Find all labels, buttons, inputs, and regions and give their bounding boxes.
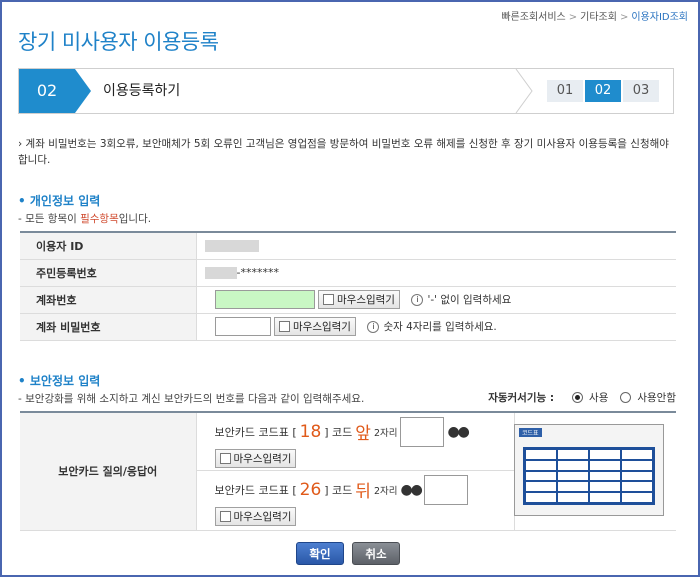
security-q1-mouse-input-toggle[interactable]: 마우스입력기 — [214, 448, 297, 468]
step-pill-active: 02 — [585, 80, 621, 102]
card-code-position: 앞 — [355, 424, 371, 445]
step-indicator: 01 02 03 — [547, 80, 659, 102]
step-bar: 02 이용등록하기 01 02 03 — [18, 68, 674, 114]
account-number-input[interactable] — [214, 290, 315, 309]
masked-digits-icon: ●● — [447, 423, 469, 440]
security-card-label: 보안카드 질의/응답어 — [20, 411, 197, 531]
security-q1-cell: 보안카드 코드표 [ 18 ] 코드 앞 2자리 ●● 마우스입력기 — [196, 411, 515, 471]
password-mouse-input-toggle[interactable]: 마우스입력기 — [274, 317, 356, 336]
auto-cursor-on-label[interactable]: 사용 — [589, 390, 608, 405]
security-q2-cell: 보안카드 코드표 [ 26 ] 코드 뒤 2자리 ●● 마우스입력기 — [196, 470, 515, 531]
rrn-label: 주민등록번호 — [20, 259, 197, 287]
security-section-subtitle: - 보안강화를 위해 소지하고 계신 보안카드의 번호를 다음과 같이 입력해주… — [18, 393, 365, 405]
security-code-input-1[interactable] — [400, 416, 445, 447]
user-id-label: 이용자 ID — [20, 231, 197, 260]
auto-cursor-label: 자동커서기능 : — [488, 392, 555, 404]
personal-section-title: • 개인정보 입력 — [18, 194, 101, 208]
account-label: 계좌번호 — [20, 286, 197, 314]
notice-text: › 계좌 비밀번호는 3회오류, 보안매체가 5회 오류인 고객님은 영업점을 … — [18, 138, 669, 166]
personal-section-subtitle: - 모든 항목이 필수항목입니다. — [18, 213, 152, 225]
security-code-input-2[interactable] — [423, 474, 468, 505]
auto-cursor-off-label[interactable]: 사용안함 — [637, 390, 676, 405]
account-hint: '-' 없이 입력하세요 — [427, 294, 512, 306]
card-code-grid — [523, 447, 655, 505]
info-icon: i — [411, 293, 424, 306]
cancel-button[interactable]: 취소 — [352, 542, 400, 565]
security-section-title: • 보안정보 입력 — [18, 374, 101, 388]
checkbox[interactable] — [219, 510, 231, 522]
card-code-position: 뒤 — [355, 482, 371, 502]
checkbox[interactable] — [279, 321, 290, 332]
personal-info-table: 이용자 ID 주민등록번호 -******* 계좌번호 마우스입력기 i '-' … — [20, 231, 676, 341]
card-code-number: 26 — [299, 479, 322, 500]
breadcrumb-item[interactable]: 기타조회 — [580, 12, 617, 23]
breadcrumb: 빠른조회서비스 > 기타조회 > 이용자ID조회 — [501, 12, 688, 23]
checkbox[interactable] — [219, 452, 231, 464]
password-input[interactable] — [214, 317, 271, 336]
account-cell: 마우스입력기 i '-' 없이 입력하세요 — [196, 286, 676, 314]
checkbox[interactable] — [323, 294, 334, 305]
security-card-image: 코드표 — [514, 424, 664, 516]
info-icon: i — [367, 320, 380, 333]
masked-value — [204, 267, 237, 279]
password-label: 계좌 비밀번호 — [20, 313, 197, 341]
breadcrumb-current[interactable]: 이용자ID조회 — [631, 12, 688, 23]
masked-digits-icon: ●● — [400, 481, 422, 498]
step-pill: 03 — [623, 80, 659, 102]
user-id-value — [196, 231, 676, 260]
current-step-label: 이용등록하기 — [103, 83, 181, 99]
account-mouse-input-toggle[interactable]: 마우스입력기 — [318, 290, 400, 309]
password-hint: 숫자 4자리를 입력하세요. — [383, 321, 497, 333]
masked-value — [204, 240, 259, 253]
chevron-divider-icon — [515, 69, 533, 113]
security-q2-mouse-input-toggle[interactable]: 마우스입력기 — [214, 506, 297, 526]
rrn-value: -******* — [196, 259, 676, 287]
notice-body: 계좌 비밀번호는 3회오류, 보안매체가 5회 오류인 고객님은 영업점을 방문… — [18, 138, 669, 166]
current-step-number: 02 — [19, 69, 75, 113]
card-title: 코드표 — [519, 428, 542, 437]
breadcrumb-item[interactable]: 빠른조회서비스 — [501, 12, 565, 23]
step-pill: 01 — [547, 80, 583, 102]
auto-cursor-option: 자동커서기능 : 사용 사용안함 — [488, 390, 676, 405]
card-code-number: 18 — [299, 421, 322, 442]
auto-cursor-off-radio[interactable] — [620, 392, 632, 403]
auto-cursor-on-radio[interactable] — [572, 392, 584, 403]
password-cell: 마우스입력기 i 숫자 4자리를 입력하세요. — [196, 313, 676, 341]
step-arrow-icon — [75, 69, 91, 113]
confirm-button[interactable]: 확인 — [296, 542, 344, 565]
page-title: 장기 미사용자 이용등록 — [18, 30, 219, 54]
